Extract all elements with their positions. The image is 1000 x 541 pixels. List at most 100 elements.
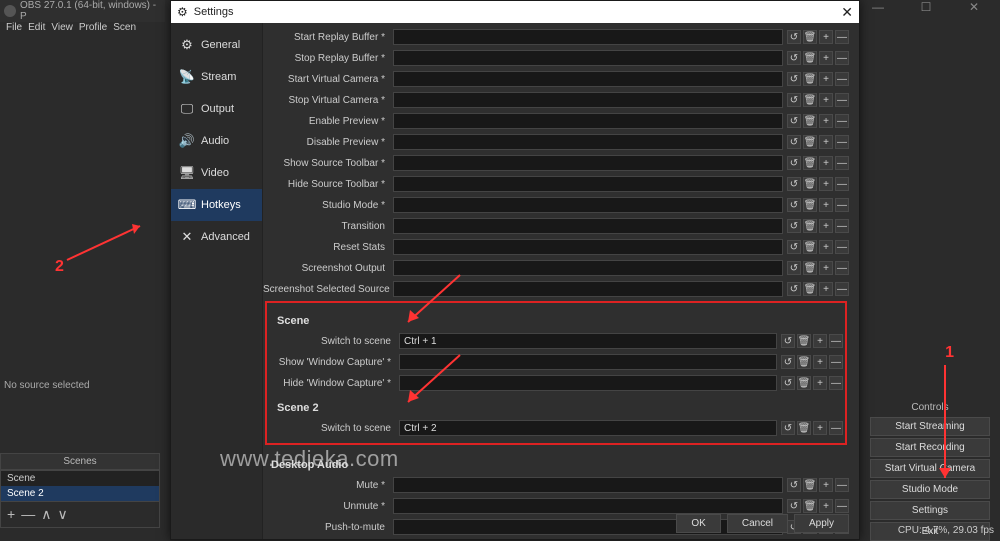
- delete-icon[interactable]: 🗑: [797, 355, 811, 369]
- scenes-list[interactable]: Scene Scene 2: [0, 470, 160, 502]
- remove-icon[interactable]: —: [835, 135, 849, 149]
- delete-icon[interactable]: 🗑: [797, 421, 811, 435]
- settings-content[interactable]: Start Replay Buffer *↺🗑+—Stop Replay Buf…: [263, 23, 859, 539]
- revert-icon[interactable]: ↺: [787, 499, 801, 513]
- cancel-button[interactable]: Cancel: [727, 514, 788, 533]
- add-icon[interactable]: +: [819, 282, 833, 296]
- revert-icon[interactable]: ↺: [787, 93, 801, 107]
- remove-icon[interactable]: —: [829, 334, 843, 348]
- remove-scene-icon[interactable]: —: [21, 506, 35, 523]
- nav-hotkeys[interactable]: ⌨Hotkeys: [171, 189, 262, 221]
- remove-icon[interactable]: —: [835, 198, 849, 212]
- nav-stream[interactable]: 📡Stream: [171, 61, 262, 93]
- remove-icon[interactable]: —: [835, 282, 849, 296]
- delete-icon[interactable]: 🗑: [803, 261, 817, 275]
- add-icon[interactable]: +: [819, 240, 833, 254]
- remove-icon[interactable]: —: [835, 240, 849, 254]
- delete-icon[interactable]: 🗑: [797, 334, 811, 348]
- obs-menubar[interactable]: File Edit View Profile Scen: [0, 22, 165, 40]
- add-icon[interactable]: +: [813, 334, 827, 348]
- revert-icon[interactable]: ↺: [787, 156, 801, 170]
- studio-mode-button[interactable]: Studio Mode: [870, 480, 990, 499]
- revert-icon[interactable]: ↺: [781, 355, 795, 369]
- menu-profile[interactable]: Profile: [79, 22, 107, 40]
- revert-icon[interactable]: ↺: [787, 177, 801, 191]
- add-icon[interactable]: +: [819, 135, 833, 149]
- revert-icon[interactable]: ↺: [787, 135, 801, 149]
- window-max-icon[interactable]: ☐: [912, 0, 940, 20]
- menu-scene[interactable]: Scen: [113, 22, 136, 40]
- start-streaming-button[interactable]: Start Streaming: [870, 417, 990, 436]
- nav-output[interactable]: 🖵Output: [171, 93, 262, 125]
- window-min-icon[interactable]: —: [864, 0, 892, 20]
- remove-icon[interactable]: —: [835, 478, 849, 492]
- add-icon[interactable]: +: [819, 219, 833, 233]
- window-close-icon[interactable]: ✕: [960, 0, 988, 20]
- delete-icon[interactable]: 🗑: [803, 72, 817, 86]
- revert-icon[interactable]: ↺: [787, 261, 801, 275]
- hotkey-input[interactable]: [393, 92, 783, 108]
- revert-icon[interactable]: ↺: [787, 114, 801, 128]
- hotkey-input[interactable]: [393, 498, 783, 514]
- revert-icon[interactable]: ↺: [787, 282, 801, 296]
- settings-button[interactable]: Settings: [870, 501, 990, 520]
- hotkey-input[interactable]: [399, 375, 777, 391]
- add-icon[interactable]: +: [819, 177, 833, 191]
- revert-icon[interactable]: ↺: [781, 376, 795, 390]
- revert-icon[interactable]: ↺: [787, 198, 801, 212]
- add-icon[interactable]: +: [813, 355, 827, 369]
- remove-icon[interactable]: —: [835, 30, 849, 44]
- delete-icon[interactable]: 🗑: [803, 198, 817, 212]
- remove-icon[interactable]: —: [835, 499, 849, 513]
- hotkey-input[interactable]: [393, 71, 783, 87]
- remove-icon[interactable]: —: [835, 72, 849, 86]
- hotkey-input[interactable]: [393, 218, 783, 234]
- remove-icon[interactable]: —: [835, 51, 849, 65]
- revert-icon[interactable]: ↺: [787, 51, 801, 65]
- add-icon[interactable]: +: [819, 478, 833, 492]
- scene-item[interactable]: Scene 2: [1, 486, 159, 501]
- hotkey-input[interactable]: [399, 333, 777, 349]
- remove-icon[interactable]: —: [835, 261, 849, 275]
- ok-button[interactable]: OK: [676, 514, 720, 533]
- hotkey-input[interactable]: [393, 239, 783, 255]
- add-icon[interactable]: +: [819, 499, 833, 513]
- revert-icon[interactable]: ↺: [787, 72, 801, 86]
- start-recording-button[interactable]: Start Recording: [870, 438, 990, 457]
- add-icon[interactable]: +: [819, 114, 833, 128]
- delete-icon[interactable]: 🗑: [803, 499, 817, 513]
- add-icon[interactable]: +: [819, 30, 833, 44]
- close-icon[interactable]: ✕: [841, 4, 853, 21]
- hotkey-input[interactable]: [399, 420, 777, 436]
- add-icon[interactable]: +: [813, 376, 827, 390]
- scene-down-icon[interactable]: ∨: [57, 506, 67, 523]
- add-icon[interactable]: +: [819, 51, 833, 65]
- start-virtual-camera-button[interactable]: Start Virtual Camera: [870, 459, 990, 478]
- revert-icon[interactable]: ↺: [787, 30, 801, 44]
- revert-icon[interactable]: ↺: [787, 240, 801, 254]
- revert-icon[interactable]: ↺: [781, 421, 795, 435]
- add-icon[interactable]: +: [819, 93, 833, 107]
- delete-icon[interactable]: 🗑: [803, 30, 817, 44]
- delete-icon[interactable]: 🗑: [803, 156, 817, 170]
- delete-icon[interactable]: 🗑: [803, 478, 817, 492]
- revert-icon[interactable]: ↺: [787, 478, 801, 492]
- remove-icon[interactable]: —: [835, 114, 849, 128]
- remove-icon[interactable]: —: [835, 177, 849, 191]
- revert-icon[interactable]: ↺: [781, 334, 795, 348]
- delete-icon[interactable]: 🗑: [803, 93, 817, 107]
- delete-icon[interactable]: 🗑: [803, 177, 817, 191]
- add-icon[interactable]: +: [819, 261, 833, 275]
- delete-icon[interactable]: 🗑: [803, 219, 817, 233]
- hotkey-input[interactable]: [393, 260, 783, 276]
- menu-file[interactable]: File: [6, 22, 22, 40]
- nav-audio[interactable]: 🔊Audio: [171, 125, 262, 157]
- delete-icon[interactable]: 🗑: [803, 240, 817, 254]
- menu-view[interactable]: View: [51, 22, 73, 40]
- apply-button[interactable]: Apply: [794, 514, 849, 533]
- hotkey-input[interactable]: [393, 477, 783, 493]
- revert-icon[interactable]: ↺: [787, 219, 801, 233]
- nav-advanced[interactable]: ✕Advanced: [171, 221, 262, 253]
- remove-icon[interactable]: —: [835, 156, 849, 170]
- remove-icon[interactable]: —: [829, 376, 843, 390]
